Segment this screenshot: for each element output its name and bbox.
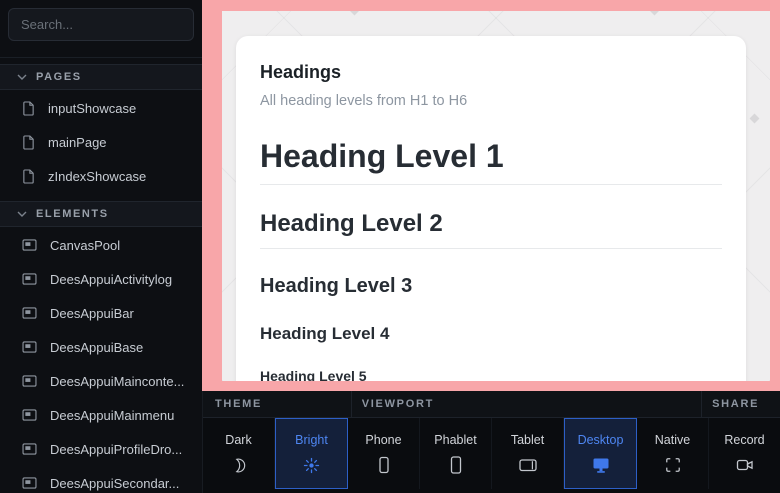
button-label: Native	[655, 433, 690, 447]
viewport-tablet-button[interactable]: Tablet	[492, 418, 564, 489]
sidebar-element-item[interactable]: DeesAppuiActivitylog	[0, 262, 202, 296]
native-fullscreen-icon	[665, 456, 681, 474]
toolbar-section-theme-label: THEME	[203, 391, 352, 417]
sidebar-element-item[interactable]: DeesAppuiBase	[0, 330, 202, 364]
toolbar-section-share-label: SHARE	[702, 391, 780, 417]
bottom-toolbar: THEME VIEWPORT SHARE Dark Bright	[202, 391, 780, 493]
element-item-label: DeesAppuiSecondar...	[50, 476, 179, 491]
phone-icon	[375, 456, 393, 474]
sidebar-section-elements[interactable]: ELEMENTS	[0, 201, 202, 227]
canvas-pattern-dot	[750, 114, 760, 124]
chevron-down-icon	[17, 74, 27, 80]
sidebar-element-item[interactable]: DeesAppuiBar	[0, 296, 202, 330]
heading-level-3: Heading Level 3	[260, 274, 722, 298]
headings-demo-card: Headings All heading levels from H1 to H…	[236, 36, 746, 381]
sidebar: PAGES inputShowcase mainPage zIndexShowc…	[0, 0, 202, 493]
section-label: ELEMENTS	[36, 208, 109, 220]
element-item-label: DeesAppuiMainmenu	[50, 408, 174, 423]
element-item-label: DeesAppuiBar	[50, 306, 134, 321]
toolbar-header: THEME VIEWPORT SHARE	[203, 391, 780, 418]
component-icon	[22, 341, 37, 353]
desktop-icon	[592, 456, 610, 474]
element-item-label: DeesAppuiProfileDro...	[50, 442, 182, 457]
heading-level-5: Heading Level 5	[260, 368, 722, 381]
theme-bright-button[interactable]: Bright	[275, 418, 348, 489]
sidebar-page-item[interactable]: zIndexShowcase	[0, 159, 202, 193]
viewport-native-button[interactable]: Native	[637, 418, 709, 489]
component-icon	[22, 273, 37, 285]
button-label: Tablet	[511, 433, 544, 447]
divider	[260, 248, 722, 249]
heading-level-4: Heading Level 4	[260, 324, 722, 344]
button-label: Phablet	[434, 433, 476, 447]
element-item-label: CanvasPool	[50, 238, 120, 253]
component-icon	[22, 307, 37, 319]
component-icon	[22, 239, 37, 251]
search-input[interactable]	[8, 8, 194, 41]
chevron-down-icon	[17, 211, 27, 217]
heading-level-1: Heading Level 1	[260, 138, 722, 175]
search-box	[0, 0, 202, 49]
record-video-icon	[736, 456, 754, 474]
main-area: Headings All heading levels from H1 to H…	[202, 0, 780, 493]
component-icon	[22, 409, 37, 421]
divider	[0, 57, 202, 58]
card-title: Headings	[260, 62, 722, 84]
toolbar-section-viewport-label: VIEWPORT	[352, 391, 702, 417]
element-item-label: DeesAppuiActivitylog	[50, 272, 172, 287]
moon-icon	[231, 456, 247, 474]
section-label: PAGES	[36, 71, 82, 83]
sidebar-section-pages[interactable]: PAGES	[0, 64, 202, 90]
theme-dark-button[interactable]: Dark	[203, 418, 275, 489]
heading-level-2: Heading Level 2	[260, 210, 722, 239]
share-record-button[interactable]: Record	[709, 418, 780, 489]
sidebar-page-item[interactable]: inputShowcase	[0, 91, 202, 125]
sidebar-element-item[interactable]: DeesAppuiSecondar...	[0, 466, 202, 493]
sidebar-element-item[interactable]: CanvasPool	[0, 228, 202, 262]
button-label: Record	[724, 433, 764, 447]
divider	[260, 184, 722, 185]
canvas-pattern-dot	[350, 11, 360, 15]
sun-icon	[303, 456, 320, 474]
component-icon	[22, 443, 37, 455]
file-icon	[22, 101, 35, 116]
canvas-viewport[interactable]: Headings All heading levels from H1 to H…	[222, 11, 770, 381]
viewport-phablet-button[interactable]: Phablet	[420, 418, 492, 489]
button-label: Phone	[365, 433, 401, 447]
phablet-icon	[447, 456, 465, 474]
page-item-label: zIndexShowcase	[48, 169, 146, 184]
element-item-label: DeesAppuiMainconte...	[50, 374, 184, 389]
toolbar-buttons: Dark Bright	[203, 418, 780, 489]
sidebar-page-item[interactable]: mainPage	[0, 125, 202, 159]
canvas-pattern-dot	[650, 11, 660, 15]
sidebar-element-item[interactable]: DeesAppuiMainmenu	[0, 398, 202, 432]
tablet-icon	[519, 456, 537, 474]
button-label: Desktop	[578, 433, 624, 447]
viewport-phone-button[interactable]: Phone	[348, 418, 420, 489]
page-item-label: mainPage	[48, 135, 107, 150]
file-icon	[22, 169, 35, 184]
page-item-label: inputShowcase	[48, 101, 136, 116]
viewport-desktop-button[interactable]: Desktop	[564, 418, 637, 489]
component-icon	[22, 375, 37, 387]
component-icon	[22, 477, 37, 489]
sidebar-element-item[interactable]: DeesAppuiProfileDro...	[0, 432, 202, 466]
card-subtitle: All heading levels from H1 to H6	[260, 93, 722, 110]
canvas-frame: Headings All heading levels from H1 to H…	[202, 0, 780, 391]
element-item-label: DeesAppuiBase	[50, 340, 143, 355]
button-label: Bright	[295, 433, 328, 447]
sidebar-element-item[interactable]: DeesAppuiMainconte...	[0, 364, 202, 398]
file-icon	[22, 135, 35, 150]
button-label: Dark	[225, 433, 251, 447]
